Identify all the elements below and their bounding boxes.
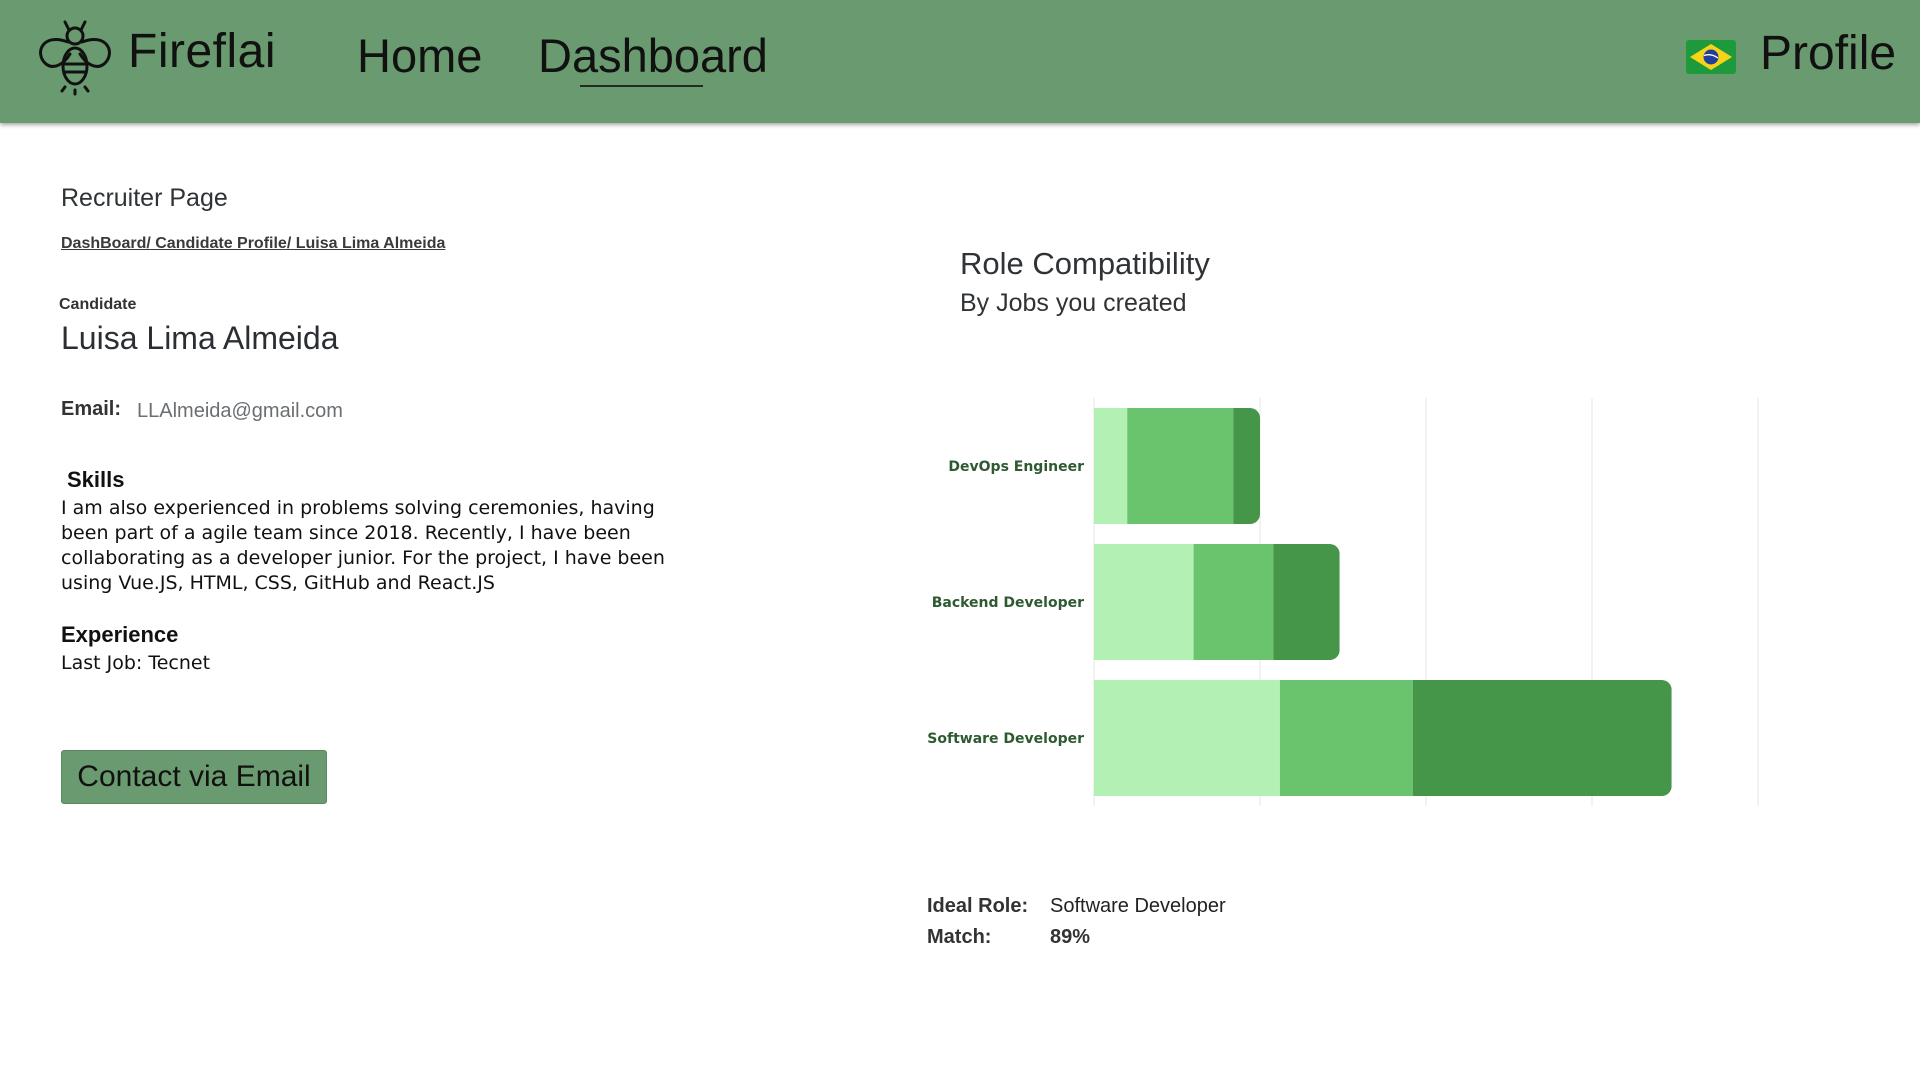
profile-link[interactable]: Profile	[1760, 26, 1896, 81]
active-nav-underline	[580, 85, 703, 87]
nav-home[interactable]: Home	[357, 28, 482, 83]
brazil-flag-icon[interactable]	[1686, 40, 1736, 74]
match-value: 89%	[1050, 926, 1091, 948]
skills-heading: Skills	[67, 467, 125, 492]
bar-segment-software-developer-3	[1412, 680, 1672, 796]
bar-segment-software-developer-2	[1279, 680, 1413, 796]
email-value: LLAlmeida@gmail.com	[137, 400, 343, 422]
category-label: Backend Developer	[932, 595, 1084, 611]
experience-heading: Experience	[61, 622, 179, 647]
contact-via-email-button[interactable]: Contact via Email	[61, 750, 327, 804]
candidate-name: Luisa Lima Almeida	[61, 320, 339, 356]
category-label: Software Developer	[927, 731, 1084, 747]
experience-description: Last Job: Tecnet	[61, 652, 211, 674]
brand-name[interactable]: Fireflai	[128, 24, 276, 79]
bar-segment-devops-engineer-3	[1233, 408, 1260, 524]
nav-dashboard[interactable]: Dashboard	[538, 28, 768, 83]
bar-segment-devops-engineer-1	[1094, 408, 1128, 524]
bar-segment-software-developer-1	[1094, 680, 1280, 796]
firefly-icon[interactable]	[32, 14, 118, 100]
chart-title: Role Compatibility	[960, 246, 1210, 281]
category-label: DevOps Engineer	[948, 459, 1084, 475]
ideal-role-label: Ideal Role:	[927, 895, 1029, 917]
candidate-label: Candidate	[59, 296, 137, 313]
role-compatibility-chart: DevOps Engineer Backend Developer Software…	[927, 398, 1759, 806]
match-label: Match:	[927, 926, 992, 948]
breadcrumb[interactable]: DashBoard/ Candidate Profile/ Luisa Lima…	[61, 235, 445, 253]
bar-segment-devops-engineer-2	[1127, 408, 1234, 524]
skills-description: I am also experienced in problems solvin…	[61, 497, 665, 594]
ideal-role-value: Software Developer	[1050, 895, 1226, 917]
top-navigation-bar: Fireflai Home Dashboard Profile	[0, 0, 1920, 123]
bar-segment-backend-developer-3	[1273, 544, 1340, 660]
email-label: Email:	[61, 398, 122, 420]
page-title: Recruiter Page	[61, 184, 228, 212]
chart-subtitle: By Jobs you created	[960, 289, 1187, 317]
bar-segment-backend-developer-2	[1193, 544, 1274, 660]
bar-segment-backend-developer-1	[1094, 544, 1194, 660]
